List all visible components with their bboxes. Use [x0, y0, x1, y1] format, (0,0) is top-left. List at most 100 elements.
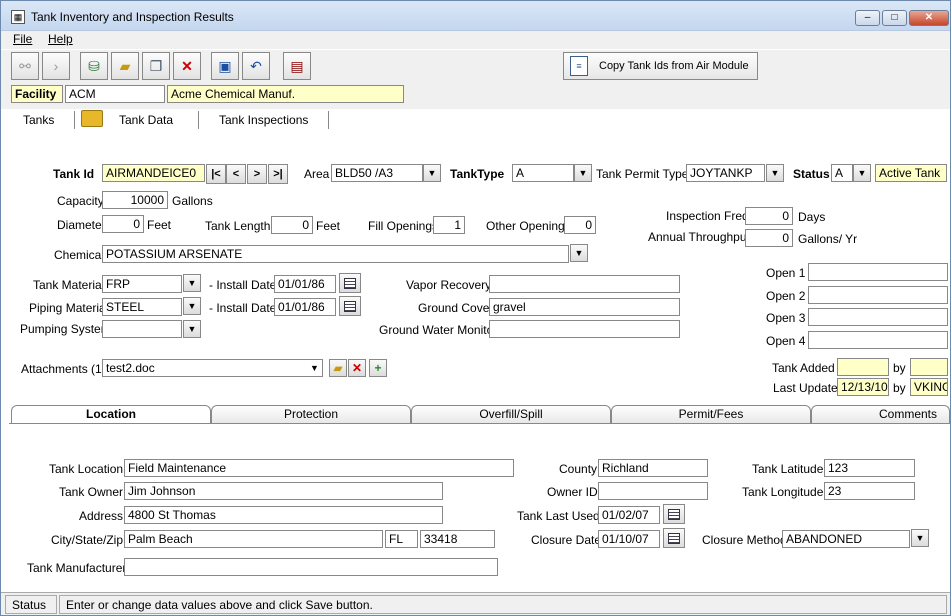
- window-title: Tank Inventory and Inspection Results: [31, 10, 234, 24]
- piping-material-dropdown[interactable]: ▼: [183, 297, 201, 315]
- attach-delete-icon[interactable]: ✕: [348, 359, 366, 377]
- owner-id-label: Owner ID: [547, 485, 598, 499]
- county-input[interactable]: Richland: [598, 459, 708, 477]
- update-by-input[interactable]: VKING: [910, 378, 948, 396]
- tab-overfill-spill[interactable]: Overfill/Spill: [411, 405, 611, 423]
- tab-tank-data[interactable]: Tank Data: [111, 111, 199, 129]
- open-1-input[interactable]: [808, 263, 948, 281]
- closure-date-input[interactable]: 01/10/07: [598, 530, 660, 548]
- pumping-system-input[interactable]: [102, 320, 182, 338]
- database-icon[interactable]: ⛁: [80, 52, 108, 80]
- open-4-input[interactable]: [808, 331, 948, 349]
- tank-material-input[interactable]: FRP: [102, 275, 182, 293]
- chemical-input[interactable]: POTASSIUM ARSENATE: [102, 245, 569, 263]
- piping-material-input[interactable]: STEEL: [102, 298, 182, 316]
- open-1-label: Open 1: [766, 266, 806, 280]
- inspection-freq-input[interactable]: 0: [745, 207, 793, 225]
- open-3-input[interactable]: [808, 308, 948, 326]
- menu-help[interactable]: Help: [48, 32, 73, 46]
- attachments-select[interactable]: test2.doc: [102, 359, 323, 377]
- document-icon: ≡: [570, 56, 588, 76]
- close-button[interactable]: ✕: [909, 10, 949, 26]
- attach-add-icon[interactable]: +: [369, 359, 387, 377]
- calendar-icon[interactable]: [663, 504, 685, 524]
- zip-input[interactable]: 33418: [420, 530, 495, 548]
- permit-type-input[interactable]: JOYTANKP: [686, 164, 765, 182]
- maximize-button[interactable]: □: [882, 10, 907, 26]
- next-record-button[interactable]: >: [247, 164, 267, 184]
- tank-location-input[interactable]: Field Maintenance: [124, 459, 514, 477]
- undo-icon[interactable]: ↶: [242, 52, 270, 80]
- tank-last-used-label: Tank Last Used: [517, 509, 600, 523]
- pumping-system-dropdown[interactable]: ▼: [183, 320, 201, 338]
- tank-id-input[interactable]: AIRMANDEICE0: [102, 164, 205, 182]
- link-icon[interactable]: ⚯: [11, 52, 39, 80]
- annual-throughput-input[interactable]: 0: [745, 229, 793, 247]
- menu-file[interactable]: File: [13, 32, 32, 46]
- tank-latitude-input[interactable]: 123: [824, 459, 915, 477]
- area-dropdown[interactable]: ▼: [423, 164, 441, 182]
- tab-tank-inspections[interactable]: Tank Inspections: [211, 111, 329, 129]
- minimize-button[interactable]: –: [855, 10, 880, 26]
- chemical-label: Chemical: [54, 248, 105, 262]
- fill-openings-label: Fill Openings: [368, 219, 439, 233]
- diameter-input[interactable]: 0: [102, 215, 144, 233]
- open-2-input[interactable]: [808, 286, 948, 304]
- last-update-input[interactable]: 12/13/10: [837, 378, 889, 396]
- permit-type-dropdown[interactable]: ▼: [766, 164, 784, 182]
- attach-open-icon[interactable]: ▰: [329, 359, 347, 377]
- area-input[interactable]: BLD50 /A3: [331, 164, 423, 182]
- tab-tanks[interactable]: Tanks: [15, 111, 75, 129]
- tank-added-input[interactable]: [837, 358, 889, 376]
- status-input[interactable]: A: [831, 164, 853, 182]
- open-folder-icon[interactable]: ▰: [111, 52, 139, 80]
- save-icon[interactable]: ▣: [211, 52, 239, 80]
- tank-type-input[interactable]: A: [512, 164, 574, 182]
- closure-date-label: Closure Date: [531, 533, 602, 547]
- state-input[interactable]: FL: [385, 530, 418, 548]
- open-3-label: Open 3: [766, 311, 806, 325]
- copy-icon[interactable]: ❐: [142, 52, 170, 80]
- last-record-button[interactable]: >|: [268, 164, 288, 184]
- city-input[interactable]: Palm Beach: [124, 530, 383, 548]
- prev-record-button[interactable]: <: [226, 164, 246, 184]
- ground-cover-input[interactable]: gravel: [489, 298, 680, 316]
- other-openings-input[interactable]: 0: [564, 216, 596, 234]
- tab-permit-fees[interactable]: Permit/Fees: [611, 405, 811, 423]
- calendar-icon[interactable]: [339, 296, 361, 316]
- chemical-dropdown[interactable]: ▼: [570, 244, 588, 262]
- calendar-icon[interactable]: [663, 528, 685, 548]
- tank-length-input[interactable]: 0: [271, 216, 313, 234]
- tank-owner-input[interactable]: Jim Johnson: [124, 482, 443, 500]
- closure-method-input[interactable]: ABANDONED: [782, 530, 910, 548]
- tab-location[interactable]: Location: [11, 405, 211, 425]
- calendar-icon[interactable]: [339, 273, 361, 293]
- tank-material-dropdown[interactable]: ▼: [183, 274, 201, 292]
- address-input[interactable]: 4800 St Thomas: [124, 506, 443, 524]
- copy-tank-ids-button[interactable]: ≡ Copy Tank Ids from Air Module: [563, 52, 758, 80]
- owner-id-input[interactable]: [598, 482, 708, 500]
- vapor-recovery-input[interactable]: [489, 275, 680, 293]
- material-install-input[interactable]: 01/01/86: [274, 275, 336, 293]
- tank-manufacturer-input[interactable]: [124, 558, 498, 576]
- tank-last-used-input[interactable]: 01/02/07: [598, 506, 660, 524]
- ground-water-monitor-input[interactable]: [489, 320, 680, 338]
- status-label: Status: [5, 595, 57, 614]
- copy-tank-ids-label: Copy Tank Ids from Air Module: [599, 60, 749, 72]
- piping-install-input[interactable]: 01/01/86: [274, 298, 336, 316]
- tank-longitude-input[interactable]: 23: [824, 482, 915, 500]
- calculator-icon[interactable]: ▤: [283, 52, 311, 80]
- capacity-input[interactable]: 10000: [102, 191, 168, 209]
- delete-icon[interactable]: ✕: [173, 52, 201, 80]
- tab-comments[interactable]: Comments: [811, 405, 950, 423]
- cursor-icon[interactable]: ›: [42, 52, 70, 80]
- added-by-input[interactable]: [910, 358, 948, 376]
- inspection-freq-label: Inspection Freq: [666, 209, 749, 223]
- tank-type-dropdown[interactable]: ▼: [574, 164, 592, 182]
- fill-openings-input[interactable]: 1: [433, 216, 465, 234]
- first-record-button[interactable]: |<: [206, 164, 226, 184]
- closure-method-dropdown[interactable]: ▼: [911, 529, 929, 547]
- facility-code-input[interactable]: ACM: [65, 85, 165, 103]
- tab-protection[interactable]: Protection: [211, 405, 411, 423]
- status-dropdown[interactable]: ▼: [853, 164, 871, 182]
